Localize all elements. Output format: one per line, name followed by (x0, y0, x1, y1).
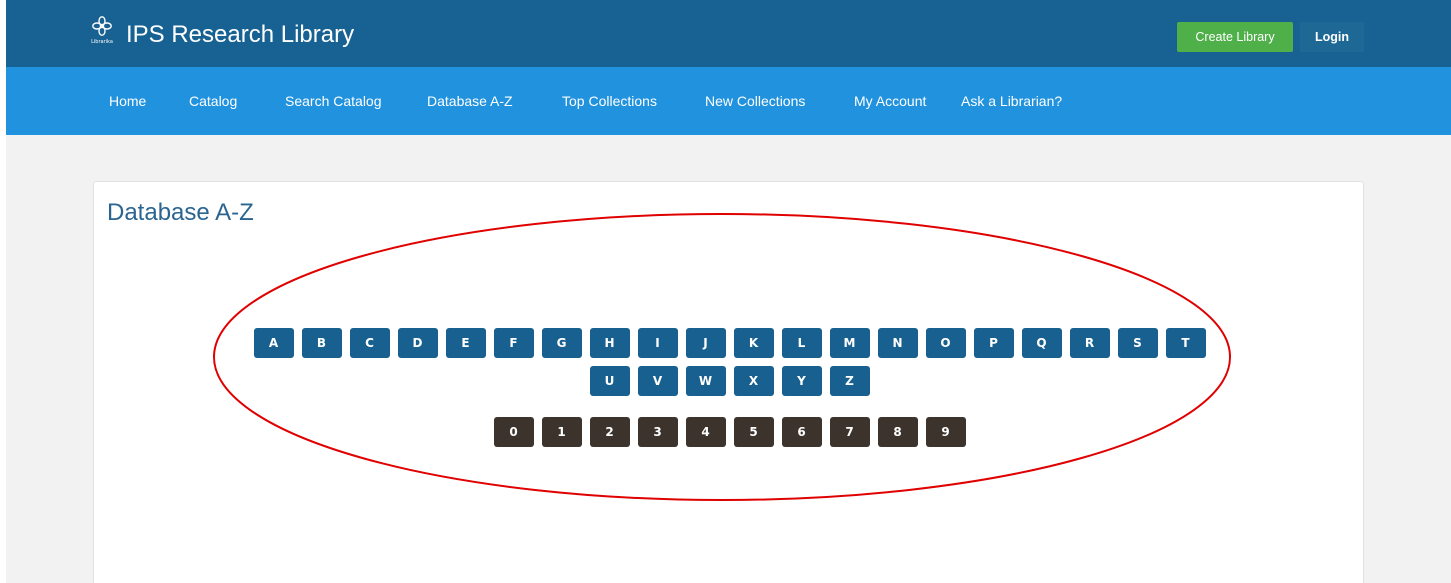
letter-button-p[interactable]: P (973, 328, 1014, 358)
digit-button-6[interactable]: 6 (781, 417, 822, 447)
letter-button-a[interactable]: A (253, 328, 294, 358)
letter-button-j[interactable]: J (685, 328, 726, 358)
digit-row: 0 1 2 3 4 5 6 7 8 9 (94, 417, 1365, 447)
letter-row-2: U V W X Y Z (94, 366, 1365, 396)
letter-button-y[interactable]: Y (781, 366, 822, 396)
brand-logo[interactable]: Librarika (86, 15, 118, 55)
letter-button-c[interactable]: C (349, 328, 390, 358)
letter-button-o[interactable]: O (925, 328, 966, 358)
letter-button-l[interactable]: L (781, 328, 822, 358)
letter-button-t[interactable]: T (1165, 328, 1206, 358)
letter-button-m[interactable]: M (829, 328, 870, 358)
nav-home[interactable]: Home (109, 91, 146, 111)
letter-button-e[interactable]: E (445, 328, 486, 358)
letter-button-h[interactable]: H (589, 328, 630, 358)
top-header: Librarika IPS Research Library Create Li… (6, 0, 1451, 67)
page: Librarika IPS Research Library Create Li… (6, 0, 1451, 583)
letter-button-f[interactable]: F (493, 328, 534, 358)
site-title[interactable]: IPS Research Library (126, 20, 354, 50)
letter-button-d[interactable]: D (397, 328, 438, 358)
digit-button-0[interactable]: 0 (493, 417, 534, 447)
nav-my-account[interactable]: My Account (854, 91, 926, 111)
main-nav: Home Catalog Search Catalog Database A-Z… (6, 67, 1451, 135)
letter-button-r[interactable]: R (1069, 328, 1110, 358)
letter-button-s[interactable]: S (1117, 328, 1158, 358)
page-title: Database A-Z (107, 199, 254, 226)
letter-button-n[interactable]: N (877, 328, 918, 358)
create-library-button[interactable]: Create Library (1177, 22, 1293, 52)
letter-button-x[interactable]: X (733, 366, 774, 396)
nav-catalog[interactable]: Catalog (189, 91, 237, 111)
nav-new-collections[interactable]: New Collections (705, 91, 805, 111)
letter-button-k[interactable]: K (733, 328, 774, 358)
letter-button-i[interactable]: I (637, 328, 678, 358)
nav-ask-a-librarian[interactable]: Ask a Librarian? (961, 91, 1062, 111)
digit-button-5[interactable]: 5 (733, 417, 774, 447)
letter-button-u[interactable]: U (589, 366, 630, 396)
letter-button-v[interactable]: V (637, 366, 678, 396)
digit-button-8[interactable]: 8 (877, 417, 918, 447)
content-card: Database A-Z A B C D E F G H I J K L M N… (93, 181, 1364, 583)
letter-button-w[interactable]: W (685, 366, 726, 396)
letter-button-z[interactable]: Z (829, 366, 870, 396)
nav-top-collections[interactable]: Top Collections (562, 91, 657, 111)
digit-button-7[interactable]: 7 (829, 417, 870, 447)
letter-button-g[interactable]: G (541, 328, 582, 358)
digit-button-3[interactable]: 3 (637, 417, 678, 447)
letter-button-q[interactable]: Q (1021, 328, 1062, 358)
nav-database-az[interactable]: Database A-Z (427, 91, 513, 111)
flower-logo-icon (92, 16, 112, 36)
login-button[interactable]: Login (1300, 22, 1364, 52)
digit-button-1[interactable]: 1 (541, 417, 582, 447)
letter-button-b[interactable]: B (301, 328, 342, 358)
digit-button-2[interactable]: 2 (589, 417, 630, 447)
nav-search-catalog[interactable]: Search Catalog (285, 91, 382, 111)
digit-button-9[interactable]: 9 (925, 417, 966, 447)
letter-row-1: A B C D E F G H I J K L M N O P Q R S T (94, 328, 1365, 358)
digit-button-4[interactable]: 4 (685, 417, 726, 447)
logo-wordmark: Librarika (91, 39, 113, 45)
